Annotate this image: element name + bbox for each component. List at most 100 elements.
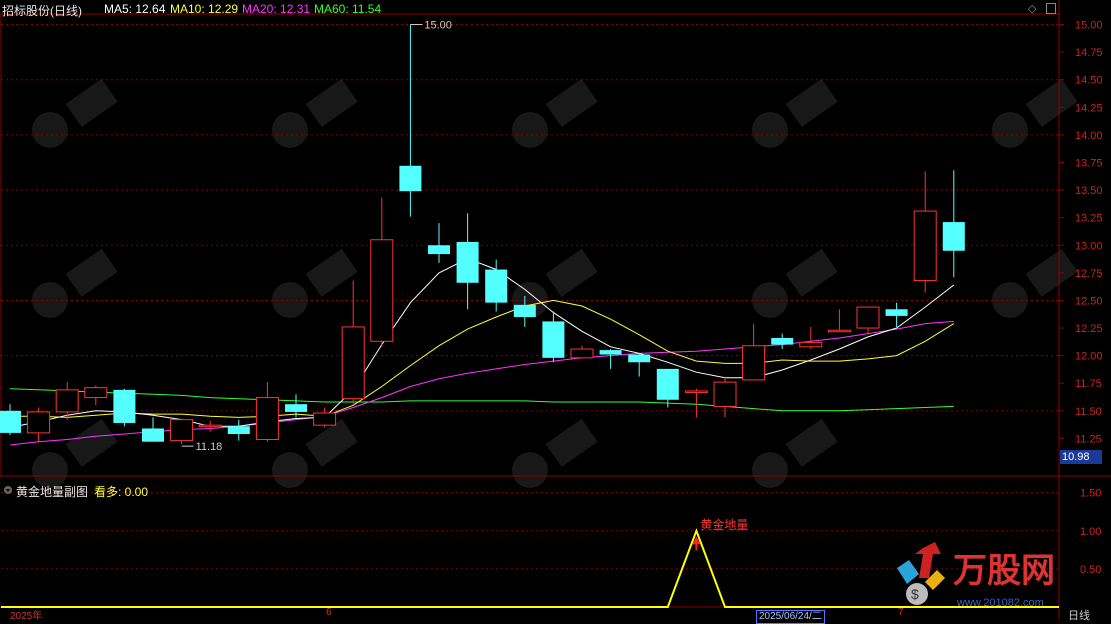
watermark-band — [785, 418, 838, 467]
watermark-mark — [752, 78, 838, 148]
x-label-june: 6 — [326, 607, 332, 618]
watermark-circle — [752, 452, 788, 488]
candle-body — [513, 304, 536, 317]
chart-title[interactable]: 招标股份(日线) — [2, 2, 82, 19]
watermark-band — [1025, 78, 1078, 127]
candle-body — [913, 210, 937, 282]
candle-body — [570, 348, 594, 359]
y-tick-label: 14.25 — [1075, 102, 1103, 114]
watermark-mark — [272, 78, 358, 148]
x-label-start: 2025年 — [10, 611, 43, 622]
watermark-mark — [32, 248, 118, 318]
watermark-mark — [752, 418, 838, 488]
candle-body — [856, 306, 880, 329]
svg-text:万股网: 万股网 — [953, 552, 1055, 590]
candle-body — [742, 345, 766, 381]
candle-body — [456, 241, 479, 283]
watermark-circle — [512, 452, 548, 488]
ma60-label: MA60: 11.54 — [314, 2, 382, 16]
candle-body — [684, 390, 708, 393]
watermark-mark — [992, 248, 1078, 318]
candle-body — [27, 411, 51, 434]
candle-body — [313, 412, 337, 426]
dropdown-icon[interactable] — [4, 486, 12, 494]
ma10-label: MA10: 12.29 — [170, 2, 239, 16]
annotation-label: 11.18 — [196, 441, 223, 453]
candle-body — [628, 354, 651, 363]
y-tick-label: 15.00 — [1075, 20, 1103, 32]
candle — [170, 418, 194, 444]
candle — [771, 333, 794, 350]
watermark-circle — [32, 112, 68, 148]
signal-label: 黄金地量 — [700, 517, 748, 532]
candle-body — [428, 245, 450, 255]
watermark-band — [65, 418, 118, 467]
watermark-band — [305, 78, 358, 127]
y-tick-label: 13.25 — [1075, 213, 1103, 225]
watermark-mark — [752, 248, 838, 318]
candle — [428, 223, 450, 263]
candle-body — [542, 321, 565, 358]
candle — [399, 24, 422, 217]
watermark-band — [1025, 248, 1078, 297]
y-tick-label: 13.00 — [1075, 240, 1103, 252]
candle — [84, 385, 108, 406]
watermark-band — [785, 78, 838, 127]
candle-body — [827, 329, 851, 333]
watermark-circle — [272, 112, 308, 148]
y-tick-label: 12.00 — [1075, 351, 1103, 363]
y-tick-label: 14.75 — [1075, 47, 1103, 59]
y-tick-label: 12.25 — [1075, 323, 1103, 335]
subchart-title[interactable]: 黄金地量副图 — [16, 483, 88, 500]
candle-body — [599, 350, 622, 355]
y-tick-label: 13.50 — [1075, 185, 1103, 197]
y-tick-label: 14.00 — [1075, 130, 1103, 142]
diamond-icon[interactable]: ◇ — [1028, 2, 1036, 15]
candle — [942, 170, 965, 278]
watermark-mark — [992, 78, 1078, 148]
candle — [341, 280, 365, 406]
candle — [285, 394, 307, 418]
y-tick-label: 12.50 — [1075, 295, 1103, 307]
watermark-circle — [992, 112, 1028, 148]
scroll-icon[interactable] — [1046, 3, 1056, 14]
candle-body — [713, 381, 737, 407]
candle — [799, 326, 823, 350]
candle-body — [771, 337, 794, 345]
candle-body — [285, 404, 307, 412]
watermark-circle — [272, 452, 308, 488]
watermark-circle — [512, 112, 548, 148]
site-logo: $ 万股网 www.201082.com — [897, 542, 1055, 609]
candle-body — [341, 326, 365, 400]
candle — [370, 197, 394, 347]
candle-body — [227, 426, 250, 434]
ma5-label: MA5: 12.64 — [104, 2, 166, 16]
ma10-line — [10, 299, 955, 418]
candle-body — [84, 387, 108, 399]
candle-body — [255, 397, 279, 441]
candle — [255, 382, 279, 442]
candle-body — [656, 368, 679, 400]
candle-body — [942, 222, 965, 251]
candle-body — [885, 309, 908, 316]
watermark-band — [65, 78, 118, 127]
candle — [742, 323, 766, 381]
candle — [542, 311, 565, 363]
main-frame — [0, 13, 1060, 477]
candle — [684, 388, 708, 418]
ma20-label: MA20: 12.31 — [242, 2, 311, 16]
candle — [227, 419, 250, 441]
candle-body — [399, 165, 422, 192]
watermark-band — [785, 248, 838, 297]
y-tick-label: 12.75 — [1075, 268, 1103, 280]
kline-chart[interactable]: 11.25 11.50 11.75 12.00 12.25 12.50 12.75 13.00… — [0, 0, 1111, 619]
y-tick-label: 11.50 — [1075, 406, 1102, 418]
candle-body — [0, 410, 21, 433]
sub-y-tick-label: 1.00 — [1080, 526, 1101, 538]
svg-text:$: $ — [911, 586, 919, 602]
price-tag: 10.98 — [1060, 450, 1102, 464]
subchart-value: 看多: 0.00 — [94, 485, 149, 499]
watermark-band — [545, 248, 598, 297]
candle — [628, 353, 651, 377]
watermark-band — [545, 418, 598, 467]
